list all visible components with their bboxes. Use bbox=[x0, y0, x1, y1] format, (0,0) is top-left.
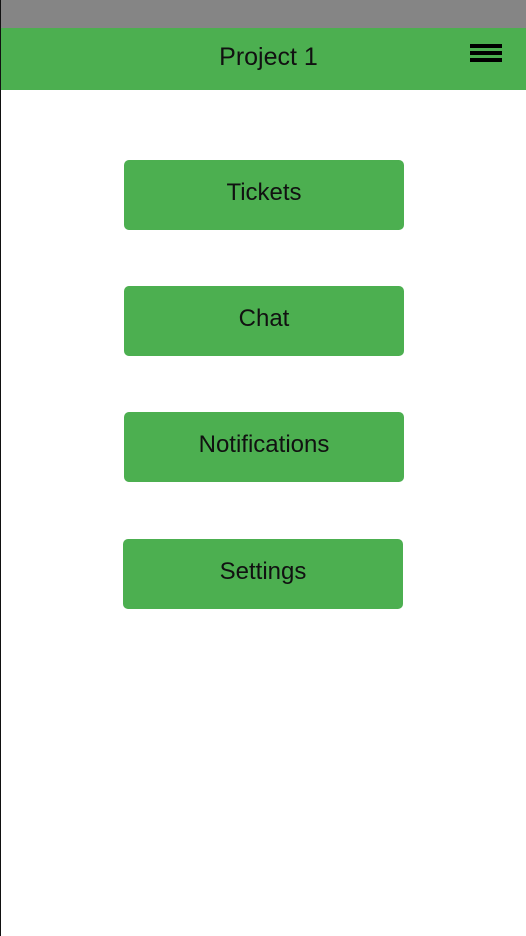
chat-button[interactable]: Chat bbox=[124, 286, 404, 356]
app-bar: Project 1 bbox=[1, 28, 526, 90]
app-screen: Project 1 Tickets Chat Notifications Set… bbox=[0, 0, 526, 936]
notifications-button[interactable]: Notifications bbox=[124, 412, 404, 482]
page-title: Project 1 bbox=[219, 43, 318, 71]
menu-button[interactable] bbox=[463, 40, 509, 74]
tickets-button[interactable]: Tickets bbox=[124, 160, 404, 230]
status-bar bbox=[1, 0, 526, 28]
hamburger-menu-icon bbox=[470, 44, 502, 62]
settings-button[interactable]: Settings bbox=[123, 539, 403, 609]
